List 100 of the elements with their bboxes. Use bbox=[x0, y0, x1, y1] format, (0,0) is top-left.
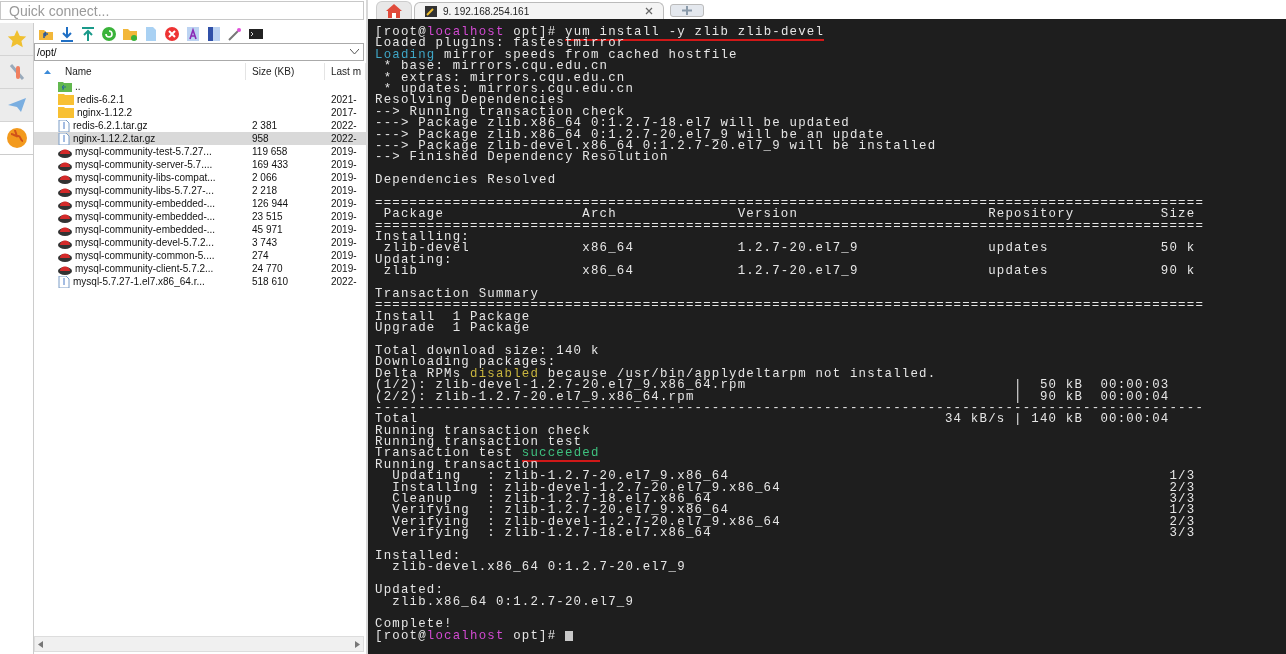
terminal-line: Updating: bbox=[375, 254, 453, 267]
file-size: 958 bbox=[251, 133, 269, 144]
file-size: 274 bbox=[251, 250, 269, 261]
file-row[interactable]: mysql-community-test-5.7.27... 119 658 2019- bbox=[34, 145, 366, 158]
file-name: redis-6.2.1 bbox=[77, 94, 125, 105]
file-row[interactable]: mysql-community-embedded-... 126 944 2019- bbox=[34, 197, 366, 210]
scroll-left-icon[interactable] bbox=[38, 640, 43, 648]
horizontal-scrollbar[interactable] bbox=[34, 636, 364, 652]
terminal-line: Verifying : zlib-1.2.7-18.el7.x86_64 3/3 bbox=[391, 528, 1196, 540]
terminal-line: Resolving Dependencies bbox=[375, 95, 565, 107]
file-name: mysql-5.7.27-1.el7.x86_64.r... bbox=[73, 276, 205, 287]
file-row[interactable]: .. bbox=[34, 80, 366, 93]
terminal-line: ================================================================================================ bbox=[375, 300, 1205, 312]
plus-icon bbox=[682, 6, 692, 15]
chevron-down-icon bbox=[350, 49, 359, 55]
refresh-icon[interactable] bbox=[101, 25, 117, 42]
file-name: mysql-community-server-5.7.... bbox=[75, 159, 213, 170]
column-header[interactable]: Size (KB) bbox=[246, 63, 325, 80]
book-icon[interactable] bbox=[206, 25, 222, 42]
file-row[interactable]: mysql-community-libs-compat... 2 066 2019- bbox=[34, 171, 366, 184]
folder-icon bbox=[58, 94, 74, 105]
file-size: 2 381 bbox=[251, 120, 278, 131]
close-icon[interactable] bbox=[645, 7, 653, 15]
file-row[interactable]: mysql-5.7.27-1.el7.x86_64.r... 518 610 2022- bbox=[34, 275, 366, 288]
download-icon[interactable] bbox=[59, 25, 75, 42]
file-row[interactable]: redis-6.2.1 2021- bbox=[34, 93, 366, 106]
file-row[interactable]: mysql-community-common-5.... 274 2019- bbox=[34, 249, 366, 262]
terminal-line: Total 34 kB/s | 140 kB 00:00:04 bbox=[375, 414, 1170, 426]
file-date: 2022- bbox=[330, 120, 357, 131]
file-size: 518 610 bbox=[251, 276, 289, 287]
wand-icon[interactable] bbox=[227, 25, 243, 42]
file-row[interactable]: mysql-community-devel-5.7.2... 3 743 2019- bbox=[34, 236, 366, 249]
terminal-line: Updating : zlib-1.2.7-20.el7_9.x86_64 1/3 bbox=[392, 471, 1196, 483]
terminal-line: ---> Package zlib.x86_64 0:1.2.7-18.el7 will be updated bbox=[375, 118, 850, 130]
file-date: 2017- bbox=[330, 107, 357, 118]
file-size: 23 515 bbox=[251, 211, 283, 222]
file-name: mysql-community-embedded-... bbox=[75, 211, 216, 222]
globe-icon bbox=[5, 127, 28, 149]
file-size: 126 944 bbox=[251, 198, 289, 209]
terminal-line: Installing: bbox=[375, 232, 470, 244]
file-name: mysql-community-devel-5.7.2... bbox=[75, 237, 214, 248]
terminal-line: Package Arch Version Repository Size bbox=[382, 209, 1196, 221]
file-row[interactable]: mysql-community-client-5.7.2... 24 770 2019- bbox=[34, 262, 366, 275]
home-tab[interactable] bbox=[376, 1, 412, 19]
file-date: 2021- bbox=[330, 94, 357, 105]
terminal-line: Transaction test succeeded bbox=[375, 448, 600, 460]
file-row[interactable]: mysql-community-server-5.7.... 169 433 2019- bbox=[34, 158, 366, 171]
session-tab[interactable]: 9. 192.168.254.161 bbox=[414, 2, 664, 19]
file-date: 2019- bbox=[330, 146, 357, 157]
file-date: 2019- bbox=[330, 198, 357, 209]
upload-icon[interactable] bbox=[80, 25, 96, 42]
column-header[interactable]: Name bbox=[34, 63, 246, 80]
quick-connect-field[interactable]: Quick connect... bbox=[0, 1, 364, 20]
terminal-line: ---> Package zlib.x86_64 0:1.2.7-20.el7_9 will be an update bbox=[375, 129, 885, 141]
file-name: mysql-community-libs-5.7.27-... bbox=[75, 185, 214, 196]
file-name: .. bbox=[75, 81, 81, 92]
file-date: 2019- bbox=[330, 211, 357, 222]
new-tab-button[interactable] bbox=[670, 4, 704, 17]
file-row[interactable]: mysql-community-embedded-... 45 971 2019- bbox=[34, 223, 366, 236]
star-icon bbox=[6, 29, 27, 49]
file-size: 2 066 bbox=[251, 172, 278, 183]
file-name: mysql-community-embedded-... bbox=[75, 198, 216, 209]
house-icon bbox=[386, 3, 402, 18]
file-date: 2022- bbox=[330, 133, 357, 144]
terminal-line: zlib-devel.x86_64 0:1.2.7-20.el7_9 bbox=[391, 562, 686, 574]
delete-icon[interactable] bbox=[164, 25, 180, 42]
file-date: 2019- bbox=[330, 185, 357, 196]
file-name: mysql-community-embedded-... bbox=[75, 224, 216, 235]
terminal-line: Upgrade 1 Package bbox=[375, 323, 531, 335]
file-row[interactable]: redis-6.2.1.tar.gz 2 381 2022- bbox=[34, 119, 366, 132]
wrench-icon bbox=[425, 5, 437, 17]
terminal-line: Dependencies Resolved bbox=[375, 175, 557, 187]
terminal-line: (2/2): zlib-1.2.7-20.el7_9.x86_64.rpm | 90 kB 00:00:04 bbox=[375, 391, 1170, 403]
terminal-line: Updated: bbox=[375, 585, 445, 597]
scroll-right-icon[interactable] bbox=[355, 640, 360, 648]
terminal-line: Downloading packages: bbox=[375, 357, 557, 369]
terminal-line: [root@localhost opt]# bbox=[375, 630, 558, 643]
file-icon bbox=[58, 119, 70, 132]
file-row[interactable]: nginx-1.12.2.tar.gz 958 2022- bbox=[34, 132, 366, 145]
file-name: mysql-community-client-5.7.2... bbox=[75, 263, 214, 274]
column-header[interactable]: Last m bbox=[325, 63, 366, 80]
file-row[interactable]: mysql-community-libs-5.7.27-... 2 218 2019- bbox=[34, 184, 366, 197]
terminal[interactable] bbox=[368, 19, 1286, 654]
file-size: 2 218 bbox=[251, 185, 278, 196]
terminal-line: --> Finished Dependency Resolution bbox=[375, 152, 669, 164]
file-name: mysql-community-libs-compat... bbox=[75, 172, 216, 183]
parent-folder-icon bbox=[58, 81, 72, 92]
font-icon[interactable] bbox=[185, 25, 201, 42]
file-row[interactable]: mysql-community-embedded-... 23 515 2019- bbox=[34, 210, 366, 223]
terminal-line: zlib.x86_64 0:1.2.7-20.el7_9 bbox=[392, 596, 635, 608]
terminal-line: Loaded plugins: fastestmirror bbox=[375, 38, 626, 50]
terminal-line: zlib-devel x86_64 1.2.7-20.el7_9 updates 50 k bbox=[383, 243, 1196, 255]
file-date: 2022- bbox=[330, 276, 357, 287]
file-size: 169 433 bbox=[251, 159, 289, 170]
sidebar-tab[interactable] bbox=[0, 56, 33, 89]
file-name: nginx-1.12.2.tar.gz bbox=[73, 133, 156, 144]
path-dropdown[interactable]: /opt/ bbox=[34, 43, 364, 61]
file-date: 2019- bbox=[330, 250, 357, 261]
file-row[interactable]: nginx-1.12.2 2017- bbox=[34, 106, 366, 119]
file-name: mysql-community-common-5.... bbox=[75, 250, 215, 261]
